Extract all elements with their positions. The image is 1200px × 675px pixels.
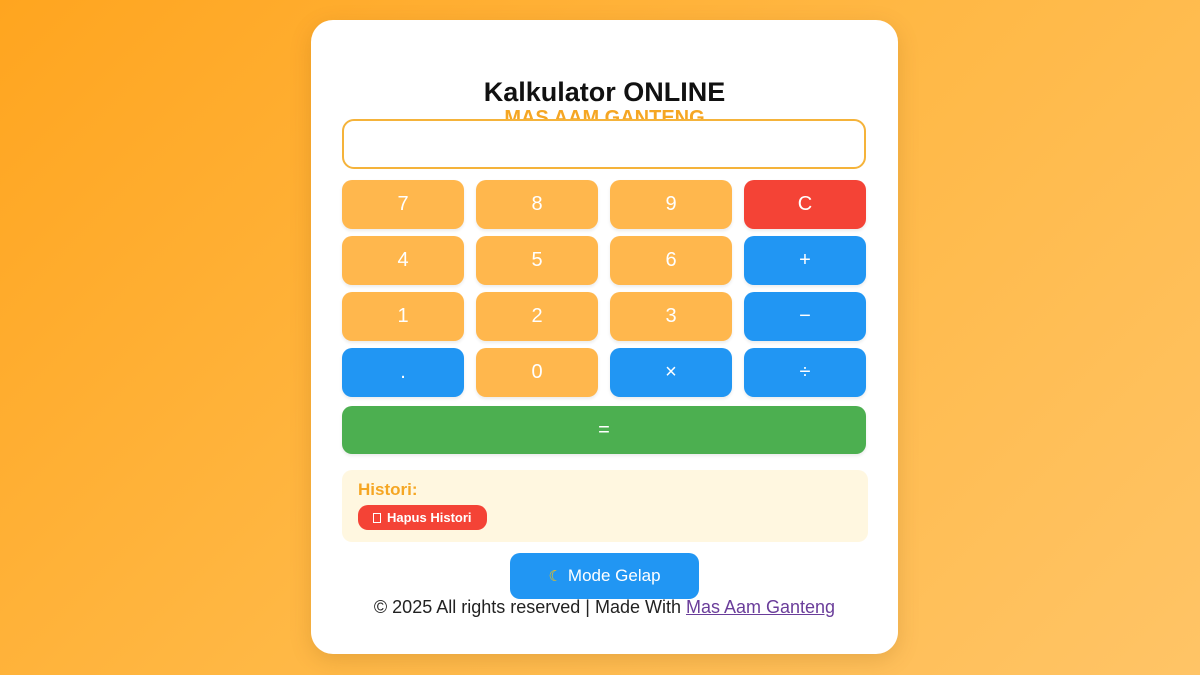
decimal-button[interactable]: . xyxy=(342,348,464,397)
history-panel: Histori: Hapus Histori xyxy=(342,470,868,542)
equals-button[interactable]: = xyxy=(342,406,866,454)
history-title: Histori: xyxy=(358,480,418,499)
dark-mode-label: Mode Gelap xyxy=(567,566,661,585)
clear-history-label: Hapus Histori xyxy=(387,510,472,525)
key-8[interactable]: 8 xyxy=(476,180,598,229)
clear-history-button[interactable]: Hapus Histori xyxy=(358,505,487,530)
key-1[interactable]: 1 xyxy=(342,292,464,341)
key-4[interactable]: 4 xyxy=(342,236,464,285)
divide-button[interactable]: ÷ xyxy=(744,348,866,397)
multiply-button[interactable]: × xyxy=(610,348,732,397)
dark-mode-button[interactable]: ☾ Mode Gelap xyxy=(510,553,699,599)
subtract-button[interactable]: − xyxy=(744,292,866,341)
page-title: Kalkulator ONLINE xyxy=(483,77,726,107)
key-2[interactable]: 2 xyxy=(476,292,598,341)
key-9[interactable]: 9 xyxy=(610,180,732,229)
key-3[interactable]: 3 xyxy=(610,292,732,341)
author-link[interactable]: Mas Aam Ganteng xyxy=(686,597,835,617)
clear-button[interactable]: C xyxy=(744,180,866,229)
calculator-display[interactable] xyxy=(342,119,866,169)
moon-icon: ☾ xyxy=(548,568,562,585)
key-0[interactable]: 0 xyxy=(476,348,598,397)
calculator-card: Kalkulator ONLINE MAS AAM GANTENG 789C45… xyxy=(311,20,898,654)
key-6[interactable]: 6 xyxy=(610,236,732,285)
key-5[interactable]: 5 xyxy=(476,236,598,285)
add-button[interactable]: + xyxy=(744,236,866,285)
trash-icon xyxy=(373,512,381,523)
footer: © 2025 All rights reserved | Made With M… xyxy=(351,598,858,617)
keypad: 7 8 9 C 4 5 6 +1 2 3−. 0 × ÷ = xyxy=(342,180,868,454)
footer-text: © 2025 All rights reserved | Made With xyxy=(373,597,686,617)
key-7[interactable]: 7 xyxy=(342,180,464,229)
